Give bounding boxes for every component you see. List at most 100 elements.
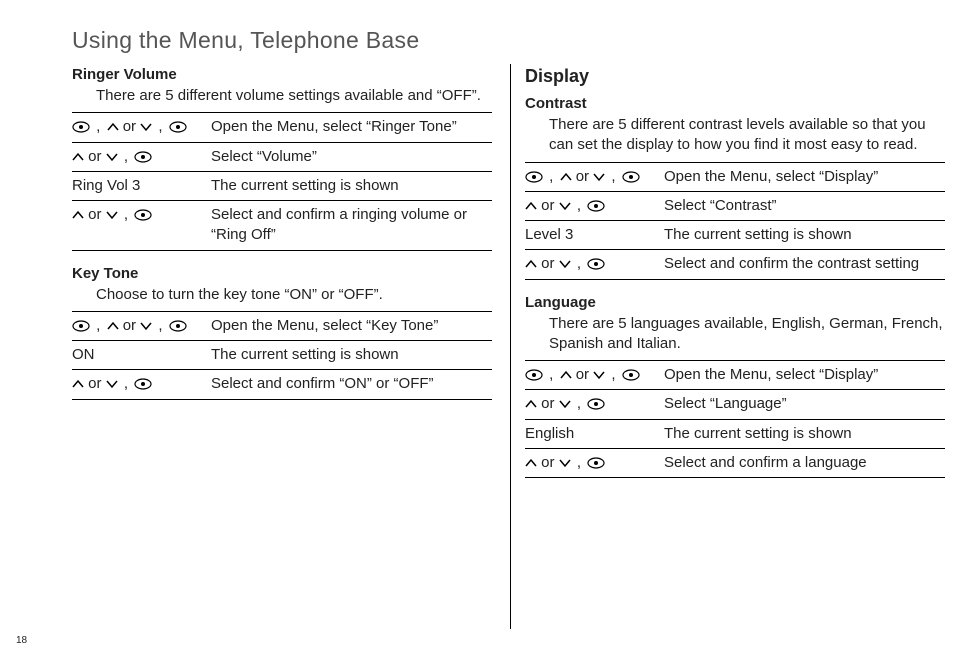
separator: , (152, 317, 169, 334)
page-number: 18 (16, 635, 27, 646)
separator: , (571, 197, 588, 214)
up-key-icon (72, 210, 84, 220)
table-row: ON The current setting is shown (72, 341, 492, 370)
table-row: Ring Vol 3 The current setting is shown (72, 171, 492, 200)
key-cell: ON (72, 341, 211, 370)
key-cell: Ring Vol 3 (72, 171, 211, 200)
down-key-icon (559, 259, 571, 269)
page-title: Using the Menu, Telephone Base (72, 27, 912, 54)
menu-key-icon (169, 320, 187, 332)
key-cell: , or , (525, 361, 664, 390)
or-label: or (541, 255, 554, 272)
section-ringer-intro: There are 5 different volume settings av… (96, 86, 492, 106)
key-cell: or , (525, 448, 664, 477)
separator: , (571, 255, 588, 272)
key-cell: or , (525, 191, 664, 220)
description-cell: The current setting is shown (211, 171, 492, 200)
menu-key-icon (525, 171, 543, 183)
description-cell: Open the Menu, select “Key Tone” (211, 311, 492, 340)
separator: , (571, 454, 588, 471)
description-cell: Open the Menu, select “Ringer Tone” (211, 113, 492, 142)
table-row: or , Select and confirm a language (525, 448, 945, 477)
table-row: English The current setting is shown (525, 419, 945, 448)
table-row: , or , Open the Menu, select “Key Tone” (72, 311, 492, 340)
key-cell: or , (72, 142, 211, 171)
up-key-icon (72, 152, 84, 162)
section-keytone-intro: Choose to turn the key tone “ON” or “OFF… (96, 285, 492, 305)
table-row: , or , Open the Menu, select “Display” (525, 162, 945, 191)
table-row: Level 3 The current setting is shown (525, 221, 945, 250)
up-key-icon (560, 172, 572, 182)
key-cell: , or , (72, 113, 211, 142)
down-key-icon (140, 122, 152, 132)
key-cell: or , (525, 390, 664, 419)
status-text: Level 3 (525, 226, 573, 243)
separator: , (118, 148, 135, 165)
separator: , (152, 118, 169, 135)
section-keytone-heading: Key Tone (72, 265, 492, 282)
separator: , (90, 118, 107, 135)
description-cell: Select and confirm a language (664, 448, 945, 477)
section-contrast-intro: There are 5 different contrast levels av… (549, 115, 945, 156)
or-label: or (541, 197, 554, 214)
keytone-steps-table: , or , Open the Menu, select “Key Tone”O… (72, 311, 492, 400)
key-cell: English (525, 419, 664, 448)
menu-key-icon (134, 151, 152, 163)
down-key-icon (593, 370, 605, 380)
menu-key-icon (134, 378, 152, 390)
up-key-icon (525, 458, 537, 468)
description-cell: Open the Menu, select “Display” (664, 162, 945, 191)
down-key-icon (140, 321, 152, 331)
description-cell: Open the Menu, select “Display” (664, 361, 945, 390)
menu-key-icon (72, 320, 90, 332)
separator: , (605, 168, 622, 185)
table-row: or , Select “Language” (525, 390, 945, 419)
or-label: or (88, 206, 101, 223)
description-cell: The current setting is shown (211, 341, 492, 370)
section-language-intro: There are 5 languages available, English… (549, 314, 945, 355)
table-row: or , Select and confirm the contrast set… (525, 250, 945, 279)
right-column: Display Contrast There are 5 different c… (517, 64, 945, 629)
or-label: or (576, 366, 589, 383)
down-key-icon (106, 379, 118, 389)
status-text: English (525, 425, 574, 442)
key-cell: , or , (72, 311, 211, 340)
description-cell: The current setting is shown (664, 221, 945, 250)
or-label: or (123, 118, 136, 135)
up-key-icon (560, 370, 572, 380)
down-key-icon (559, 201, 571, 211)
status-text: ON (72, 346, 95, 363)
down-key-icon (559, 399, 571, 409)
menu-key-icon (622, 369, 640, 381)
separator: , (118, 206, 135, 223)
separator: , (118, 375, 135, 392)
page: Using the Menu, Telephone Base Ringer Vo… (0, 0, 954, 667)
or-label: or (88, 148, 101, 165)
down-key-icon (106, 152, 118, 162)
description-cell: Select and confirm a ringing volume or “… (211, 201, 492, 251)
table-row: or , Select “Contrast” (525, 191, 945, 220)
menu-key-icon (169, 121, 187, 133)
status-text: Ring Vol 3 (72, 177, 140, 194)
menu-key-icon (587, 200, 605, 212)
table-row: , or , Open the Menu, select “Display” (525, 361, 945, 390)
display-heading: Display (525, 66, 945, 87)
section-contrast-heading: Contrast (525, 95, 945, 112)
content-columns: Ringer Volume There are 5 different volu… (72, 64, 912, 629)
contrast-steps-table: , or , Open the Menu, select “Display” o… (525, 162, 945, 280)
or-label: or (88, 375, 101, 392)
down-key-icon (559, 458, 571, 468)
menu-key-icon (72, 121, 90, 133)
separator: , (543, 366, 560, 383)
or-label: or (576, 168, 589, 185)
description-cell: Select “Volume” (211, 142, 492, 171)
up-key-icon (525, 259, 537, 269)
menu-key-icon (587, 457, 605, 469)
key-cell: or , (72, 201, 211, 251)
up-key-icon (107, 122, 119, 132)
description-cell: The current setting is shown (664, 419, 945, 448)
ringer-steps-table: , or , Open the Menu, select “Ringer Ton… (72, 112, 492, 250)
separator: , (90, 317, 107, 334)
up-key-icon (525, 201, 537, 211)
key-cell: Level 3 (525, 221, 664, 250)
